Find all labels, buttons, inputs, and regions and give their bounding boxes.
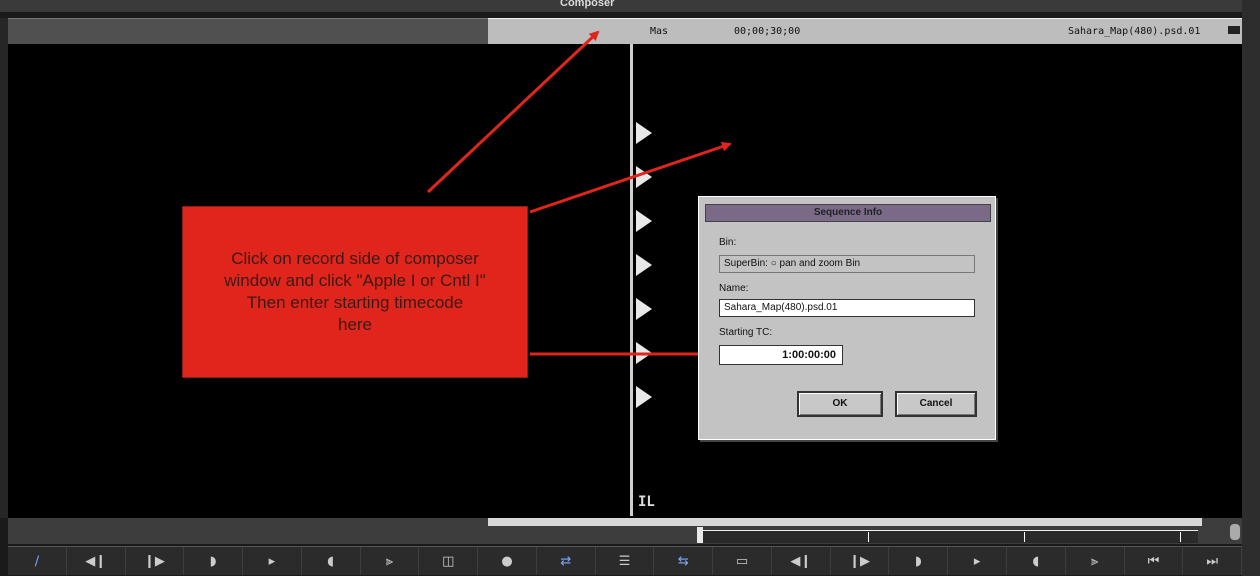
- source-info-bar[interactable]: [8, 18, 488, 45]
- play-reverse-record-icon: ◗: [914, 553, 922, 569]
- cancel-button[interactable]: Cancel: [895, 391, 977, 417]
- dialog-title[interactable]: Sequence Info: [705, 204, 991, 222]
- overwrite-button[interactable]: ☰: [596, 547, 655, 575]
- timeline-header-bar: [488, 518, 1202, 526]
- scroll-handle[interactable]: [1230, 524, 1240, 540]
- window-title: Composer: [560, 0, 615, 9]
- step-forward-icon: ❙▶: [143, 553, 165, 569]
- go-to-in-icon: ⏮: [1147, 553, 1160, 569]
- right-window-edge: [1242, 0, 1260, 576]
- play-record-button[interactable]: ▸: [948, 547, 1008, 575]
- pen-icon: ∕: [34, 553, 40, 569]
- overwrite-icon: ☰: [618, 553, 631, 569]
- play-reverse-button[interactable]: ◗: [184, 547, 244, 575]
- mark-in-icon: ◖: [327, 553, 335, 569]
- splice-button[interactable]: ⇄: [537, 547, 596, 575]
- subclip-icon: ▭: [735, 553, 749, 569]
- pen-button[interactable]: ∕: [8, 547, 67, 575]
- step-back-record-button[interactable]: ◀❙: [772, 547, 831, 575]
- mark-clip-button[interactable]: ⫸: [361, 547, 420, 575]
- timeline-tick: [868, 532, 869, 542]
- bin-field: SuperBin: ○ pan and zoom Bin: [719, 255, 975, 273]
- timeline-track[interactable]: [698, 530, 1198, 543]
- subclip-button[interactable]: ▭: [713, 547, 772, 575]
- sequence-info-dialog: Sequence Info Bin: SuperBin: ○ pan and z…: [698, 196, 996, 440]
- mark-in-record-button[interactable]: ◖: [1007, 547, 1066, 575]
- starting-tc-label: Starting TC:: [719, 327, 773, 338]
- name-field[interactable]: Sahara_Map(480).psd.01: [719, 299, 975, 317]
- playhead[interactable]: [697, 527, 703, 543]
- play-icon: ▸: [268, 553, 276, 569]
- play-reverse-record-button[interactable]: ◗: [889, 547, 949, 575]
- timecode-display: 00;00;30;00: [734, 26, 801, 37]
- step-forward-button[interactable]: ❙▶: [126, 547, 185, 575]
- go-to-in-button[interactable]: ⏮: [1125, 547, 1184, 575]
- step-forward-record-icon: ❙▶: [849, 553, 871, 569]
- instruction-callout: Click on record side of composer window …: [182, 206, 528, 378]
- step-forward-record-button[interactable]: ❙▶: [831, 547, 890, 575]
- record-button[interactable]: ●: [478, 547, 537, 575]
- ok-button[interactable]: OK: [797, 391, 883, 417]
- starting-tc-field[interactable]: 1:00:00:00: [719, 345, 843, 365]
- track-marker-icon: [636, 254, 652, 276]
- record-info-bar[interactable]: Mas 00;00;30;00 Sahara_Map(480).psd.01: [488, 18, 1242, 45]
- display-mode-label[interactable]: Mas: [650, 26, 668, 37]
- name-label: Name:: [719, 283, 749, 294]
- step-back-icon: ◀❙: [85, 553, 107, 569]
- instruction-text: Click on record side of composer window …: [224, 249, 486, 334]
- left-window-edge: [0, 18, 8, 518]
- track-marker-icon: [636, 298, 652, 320]
- step-back-button[interactable]: ◀❙: [67, 547, 126, 575]
- splice-icon: ⇄: [560, 553, 572, 569]
- mark-clip-record-button[interactable]: ⫸: [1066, 547, 1125, 575]
- clip-name-label[interactable]: Sahara_Map(480).psd.01: [1068, 26, 1200, 37]
- timeline-tick: [1024, 532, 1025, 542]
- mark-in-button[interactable]: ◖: [302, 547, 361, 575]
- track-marker-icon: [636, 122, 652, 144]
- composer-title-bar: Composer: [0, 0, 1260, 12]
- play-reverse-icon: ◗: [209, 553, 217, 569]
- play-record-icon: ▸: [973, 553, 981, 569]
- play-button[interactable]: ▸: [243, 547, 302, 575]
- bin-label: Bin:: [719, 237, 737, 248]
- timeline-tick: [1180, 532, 1181, 542]
- mark-in-record-icon: ◖: [1032, 553, 1040, 569]
- clear-marks-button[interactable]: ◫: [419, 547, 479, 575]
- mark-clip-icon: ⫸: [385, 553, 394, 569]
- transport-button-bar: ∕ ◀❙ ❙▶ ◗ ▸ ◖ ⫸ ◫ ● ⇄ ☰ ⇆ ▭ ◀❙ ❙▶ ◗ ▸ ◖ ⫸ ⏮ ⏭: [8, 546, 1243, 575]
- in-out-marker: IL: [638, 494, 655, 510]
- lift-button[interactable]: ⇆: [654, 547, 714, 575]
- position-bar[interactable]: [8, 518, 1242, 544]
- lift-icon: ⇆: [677, 553, 689, 569]
- track-marker-icon: [636, 342, 652, 364]
- go-to-out-button[interactable]: ⏭: [1183, 547, 1243, 575]
- step-back-record-icon: ◀❙: [790, 553, 812, 569]
- track-marker-icon: [636, 210, 652, 232]
- track-marker-icon: [636, 386, 652, 408]
- go-to-out-icon: ⏭: [1206, 553, 1219, 569]
- mark-clip-record-icon: ⫸: [1090, 553, 1099, 569]
- track-marker-icon: [636, 166, 652, 188]
- menu-grid-icon[interactable]: [1228, 26, 1240, 34]
- source-record-divider: [630, 44, 633, 516]
- record-icon: ●: [501, 553, 513, 569]
- clear-marks-icon: ◫: [442, 553, 455, 569]
